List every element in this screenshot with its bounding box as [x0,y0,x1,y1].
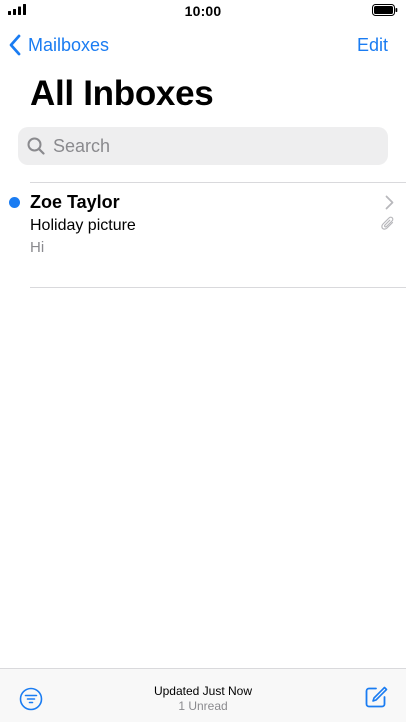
bottom-toolbar: Updated Just Now 1 Unread [0,668,406,722]
chevron-right-icon [385,195,394,210]
message-preview: Hi [30,239,45,256]
page-title: All Inboxes [30,74,214,113]
message-subject: Holiday picture [30,217,136,234]
back-button[interactable]: Mailboxes [8,33,109,57]
unread-indicator [9,197,20,208]
mail-screen: 10:00 Mailboxes Edit All Inboxes Zoe Tay… [0,0,406,722]
battery-icon [372,4,398,16]
message-sender: Zoe Taylor [30,192,120,212]
compose-icon[interactable] [364,685,388,709]
search-bar[interactable] [18,127,388,165]
edit-button[interactable]: Edit [357,35,388,56]
status-time: 10:00 [184,3,222,19]
update-status: Updated Just Now [153,684,253,698]
message-row[interactable]: Zoe Taylor Holiday picture Hi [0,183,406,287]
paperclip-icon [381,216,394,230]
search-input[interactable] [51,134,355,158]
chevron-left-icon [9,34,21,56]
list-divider [30,287,406,288]
search-icon [27,137,45,155]
back-button-label: Mailboxes [28,34,110,55]
status-bar: 10:00 [0,0,406,22]
unread-count: 1 Unread [178,699,228,713]
